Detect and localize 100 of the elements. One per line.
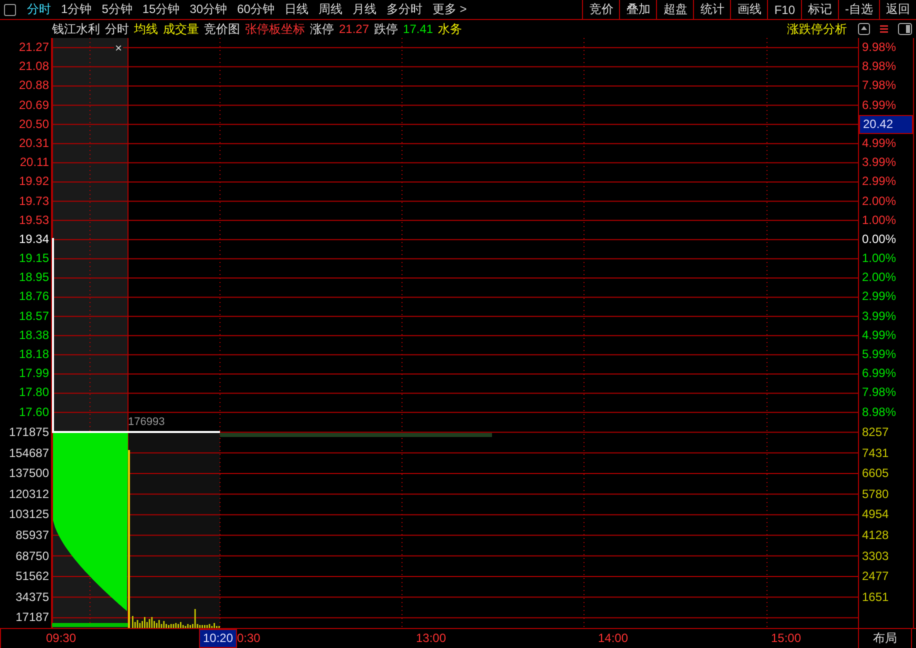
percent-label: 5.99% bbox=[861, 346, 898, 363]
volume-label: 137500 bbox=[8, 465, 50, 482]
info-text: 均线 bbox=[134, 20, 158, 38]
toolbar-button[interactable]: 竞价 bbox=[582, 0, 620, 19]
percent-label: 8.98% bbox=[861, 58, 898, 76]
percent-label: 3.99% bbox=[861, 154, 898, 172]
price-label: 17.80 bbox=[18, 384, 50, 402]
info-text: 张停板坐标 bbox=[245, 20, 305, 38]
time-label: 0:30 bbox=[237, 630, 260, 647]
info-text: 跌停 bbox=[374, 20, 398, 38]
panel-toggle-icon[interactable] bbox=[898, 23, 912, 35]
time-label: 13:00 bbox=[416, 630, 446, 647]
volume-label: 7431 bbox=[861, 444, 890, 462]
period-tab[interactable]: 15分钟 bbox=[137, 0, 185, 19]
price-label: 19.92 bbox=[18, 173, 50, 190]
price-label: 20.11 bbox=[18, 154, 50, 172]
analysis-link[interactable]: 涨跌停分析 bbox=[787, 20, 847, 38]
volume-label: 51562 bbox=[14, 568, 50, 586]
period-tab[interactable]: 日线 bbox=[279, 0, 314, 19]
percent-label: 4.99% bbox=[861, 134, 898, 152]
volume-label: 4128 bbox=[861, 526, 890, 544]
percent-label: 0.00% bbox=[861, 230, 898, 248]
volume-label: 5780 bbox=[861, 486, 890, 503]
period-tab[interactable]: 1分钟 bbox=[56, 0, 97, 19]
percent-label: 1.00% bbox=[861, 250, 898, 268]
percent-label: 2.00% bbox=[861, 192, 898, 210]
percent-label: 2.00% bbox=[861, 269, 898, 286]
close-button[interactable]: × bbox=[114, 42, 124, 54]
time-label: 15:00 bbox=[771, 630, 802, 647]
percent-label: 4.99% bbox=[861, 326, 898, 344]
price-label: 18.38 bbox=[18, 326, 50, 344]
period-tab[interactable]: 分时 bbox=[22, 0, 56, 19]
panel-icon[interactable] bbox=[4, 4, 16, 16]
info-text: 钱江水利 bbox=[52, 20, 100, 38]
percent-label: 7.98% bbox=[861, 77, 898, 94]
price-label: 18.76 bbox=[18, 288, 50, 306]
percent-label: 3.99% bbox=[861, 308, 898, 325]
volume-label: 103125 bbox=[8, 506, 50, 524]
info-text: 17.41 bbox=[403, 22, 434, 36]
period-tab[interactable]: 月线 bbox=[347, 0, 382, 19]
volume-label: 3303 bbox=[861, 548, 890, 565]
price-label: 19.53 bbox=[18, 212, 50, 229]
price-label: 18.18 bbox=[18, 346, 50, 363]
info-text: 涨停 bbox=[310, 20, 334, 38]
toolbar-button[interactable]: 超盘 bbox=[656, 0, 694, 19]
upload-icon[interactable] bbox=[858, 23, 870, 35]
toolbar-button[interactable]: 统计 bbox=[693, 0, 730, 19]
info-text: 水务 bbox=[438, 20, 462, 38]
price-label: 21.27 bbox=[18, 39, 50, 56]
period-tab[interactable]: 60分钟 bbox=[232, 0, 280, 19]
price-label: 20.31 bbox=[18, 134, 50, 152]
info-text: 21.27 bbox=[339, 22, 370, 36]
layout-button[interactable]: 布局 bbox=[858, 629, 912, 648]
price-label: 19.73 bbox=[18, 192, 50, 210]
volume-label: 85937 bbox=[14, 526, 50, 544]
toolbar-button[interactable]: 画线 bbox=[730, 0, 768, 19]
volume-label: 2477 bbox=[861, 568, 890, 586]
price-label: 21.08 bbox=[18, 58, 50, 76]
volume-label: 17187 bbox=[14, 609, 50, 626]
percent-label: 1.00% bbox=[861, 212, 898, 229]
period-tab[interactable]: 30分钟 bbox=[184, 0, 232, 19]
percent-label: 7.98% bbox=[861, 384, 898, 402]
time-label: 10:20 bbox=[199, 629, 238, 648]
price-label: 18.57 bbox=[18, 308, 50, 325]
price-label: 19.34 bbox=[18, 230, 50, 248]
toolbar-button[interactable]: 返回 bbox=[879, 0, 916, 19]
percent-label: 2.99% bbox=[861, 288, 898, 306]
period-tab[interactable]: 多分时 bbox=[381, 0, 428, 19]
toolbar-button[interactable]: 标记 bbox=[801, 0, 838, 19]
price-label: 19.15 bbox=[18, 250, 50, 268]
volume-label: 154687 bbox=[8, 444, 50, 462]
percent-label: 2.99% bbox=[861, 173, 898, 190]
period-tab[interactable]: 更多 > bbox=[427, 0, 472, 19]
toolbar-button[interactable]: F10 bbox=[767, 0, 801, 19]
percent-label: 20.42 bbox=[859, 114, 913, 134]
price-label: 20.88 bbox=[18, 77, 50, 94]
price-label: 17.60 bbox=[18, 404, 50, 421]
period-tab[interactable]: 周线 bbox=[313, 0, 348, 19]
volume-label: 120312 bbox=[8, 486, 50, 503]
price-label: 17.99 bbox=[18, 365, 50, 382]
volume-label: 34375 bbox=[14, 588, 50, 606]
percent-label: 9.98% bbox=[861, 39, 898, 56]
info-text: 竞价图 bbox=[204, 20, 240, 38]
volume-label: 68750 bbox=[14, 548, 50, 565]
menu-icon[interactable] bbox=[879, 23, 889, 35]
volume-label: 1651 bbox=[861, 588, 890, 606]
period-tab[interactable]: 5分钟 bbox=[96, 0, 138, 19]
toolbar-button[interactable]: 叠加 bbox=[619, 0, 656, 19]
info-text: 分时 bbox=[105, 20, 129, 38]
percent-label: 6.99% bbox=[861, 365, 898, 382]
volume-label: 4954 bbox=[861, 506, 890, 524]
volume-value-label: 176993 bbox=[128, 416, 165, 428]
volume-label: 8257 bbox=[861, 424, 890, 441]
toolbar-button[interactable]: -自选 bbox=[838, 0, 879, 19]
price-label: 20.69 bbox=[18, 96, 50, 114]
percent-label: 6.99% bbox=[861, 96, 898, 114]
time-label: 09:30 bbox=[46, 630, 76, 647]
volume-label: 6605 bbox=[861, 465, 890, 482]
price-label: 18.95 bbox=[18, 269, 50, 286]
percent-label: 8.98% bbox=[861, 404, 898, 421]
